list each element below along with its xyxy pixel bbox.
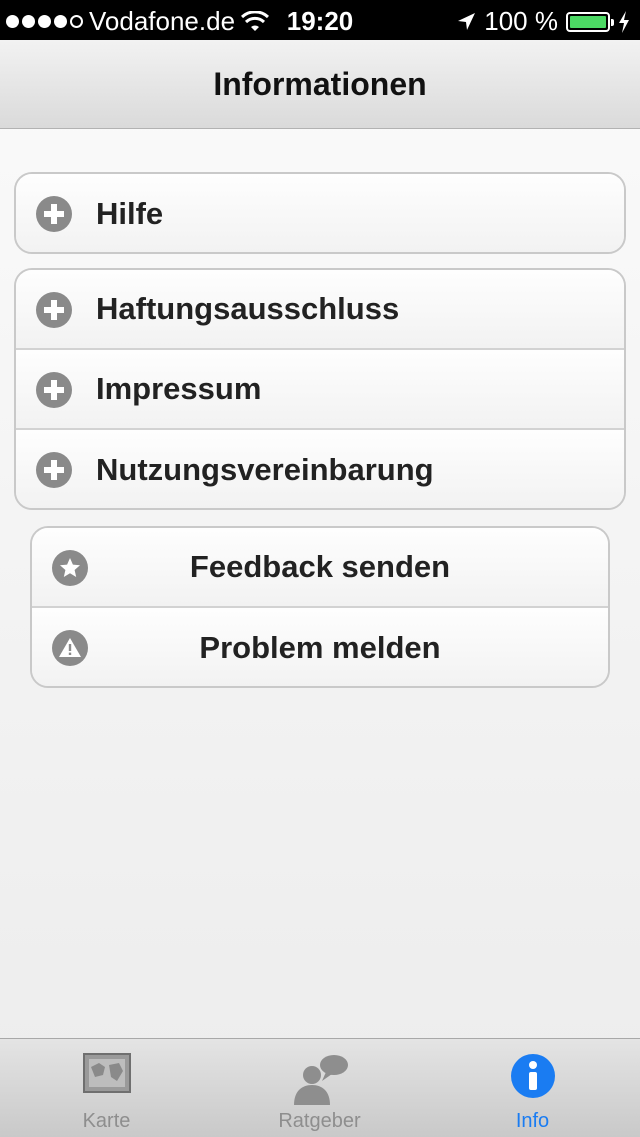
plus-circle-icon: [36, 292, 72, 328]
report-problem-label: Problem melden: [199, 630, 441, 665]
plus-circle-icon: [36, 452, 72, 488]
plus-circle-icon: [36, 372, 72, 408]
tab-info[interactable]: Info: [426, 1039, 639, 1137]
imprint-row[interactable]: Impressum: [16, 350, 624, 430]
warning-icon: [52, 630, 88, 666]
battery-percentage: 100 %: [484, 6, 558, 36]
disclaimer-label: Haftungsausschluss: [96, 291, 400, 326]
info-icon: [510, 1054, 555, 1098]
advisor-icon: [293, 1055, 348, 1105]
tab-info-label: Info: [515, 1110, 550, 1132]
battery-fill: [570, 15, 606, 28]
help-label: Hilfe: [96, 196, 164, 231]
report-problem-button[interactable]: Problem melden: [32, 608, 608, 686]
plus-circle-icon: [36, 196, 72, 232]
battery-icon: [566, 11, 614, 32]
help-row[interactable]: Hilfe: [16, 174, 624, 252]
navigation-bar: Informationen: [0, 40, 640, 129]
star-glyph: [60, 558, 80, 577]
imprint-label: Impressum: [96, 371, 262, 406]
warning-glyph: [59, 638, 81, 657]
location-arrow-icon: [458, 12, 476, 30]
tab-bar: Karte Ratgeber Info: [0, 1038, 640, 1137]
action-group: Feedback senden Problem melden: [30, 526, 610, 688]
star-icon: [52, 550, 88, 586]
tab-advisor-label: Ratgeber: [278, 1110, 361, 1132]
tab-map[interactable]: Karte: [0, 1039, 213, 1137]
charging-bolt-icon: [619, 10, 629, 33]
map-icon: [82, 1053, 131, 1093]
help-group: Hilfe: [14, 172, 626, 254]
terms-of-use-row[interactable]: Nutzungsvereinbarung: [16, 430, 624, 508]
legal-info-group: Haftungsausschluss Impressum Nutzungsver…: [14, 268, 626, 510]
status-bar: Vodafone.de 19:20 100 %: [0, 0, 640, 40]
feedback-label: Feedback senden: [189, 549, 451, 584]
feedback-button[interactable]: Feedback senden: [32, 528, 608, 608]
tab-map-label: Karte: [82, 1110, 131, 1132]
disclaimer-row[interactable]: Haftungsausschluss: [16, 270, 624, 350]
page-title: Informationen: [213, 65, 427, 102]
terms-of-use-label: Nutzungsvereinbarung: [96, 452, 434, 487]
status-right: 100 %: [456, 6, 630, 37]
tab-advisor[interactable]: Ratgeber: [213, 1039, 426, 1137]
